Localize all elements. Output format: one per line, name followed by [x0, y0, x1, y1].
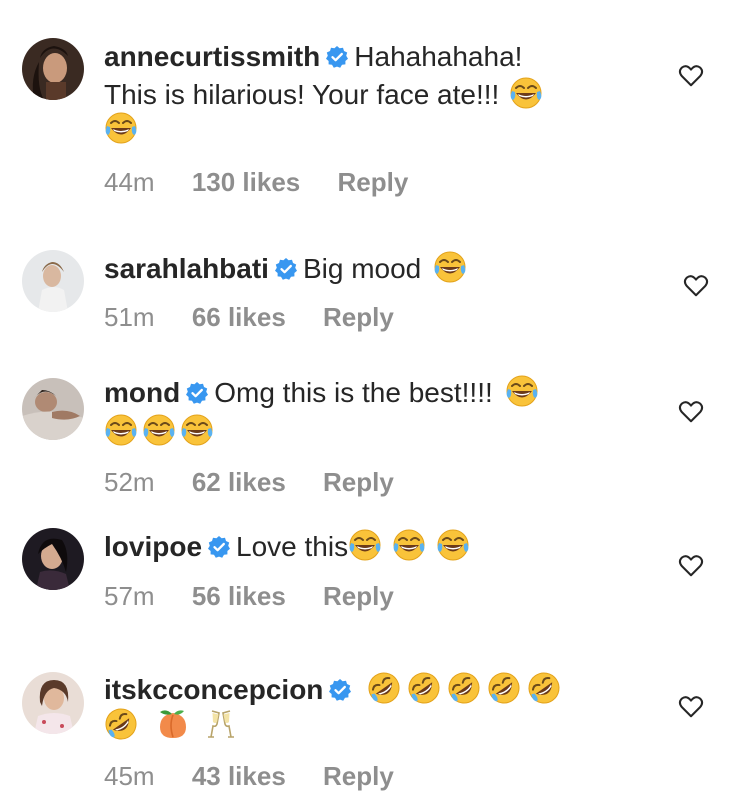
- heart-outline-icon[interactable]: [683, 274, 709, 298]
- rolling-on-floor-laughing-icon: [104, 707, 138, 741]
- comment-line: sarahlahbati Big mood: [104, 249, 467, 289]
- username[interactable]: mond: [104, 377, 180, 408]
- comment-meta: 44m 130 likes Reply: [104, 167, 408, 198]
- reply-button[interactable]: Reply: [323, 761, 394, 792]
- comment-meta: 57m 56 likes Reply: [104, 581, 394, 612]
- avatar[interactable]: [22, 672, 84, 734]
- face-with-tears-of-joy-icon: [433, 251, 467, 283]
- username[interactable]: annecurtissmith: [104, 41, 320, 72]
- comment-meta: 52m 62 likes Reply: [104, 467, 394, 498]
- face-with-tears-of-joy-icon: [392, 529, 426, 561]
- heart-outline-icon[interactable]: [678, 64, 704, 88]
- rolling-on-floor-laughing-icon: [407, 671, 442, 705]
- timestamp[interactable]: 44m: [104, 167, 155, 198]
- likes-count[interactable]: 62 likes: [192, 467, 286, 498]
- timestamp[interactable]: 45m: [104, 761, 155, 792]
- avatar[interactable]: [22, 38, 84, 100]
- verified-badge-icon: [329, 679, 352, 701]
- timestamp[interactable]: 51m: [104, 302, 155, 333]
- comment-meta: 45m 43 likes Reply: [104, 761, 394, 792]
- face-with-tears-of-joy-icon: [104, 112, 138, 144]
- comment-line: mond Omg this is the best!!!!: [104, 373, 539, 413]
- rolling-on-floor-laughing-icon: [487, 671, 522, 705]
- heart-outline-icon[interactable]: [678, 400, 704, 424]
- comment-meta: 51m 66 likes Reply: [104, 302, 394, 333]
- timestamp[interactable]: 52m: [104, 467, 155, 498]
- comment-line: itskcconcepcion: [104, 670, 562, 710]
- verified-badge-icon: [208, 536, 231, 558]
- reply-button[interactable]: Reply: [323, 302, 394, 333]
- comment-text: Big mood: [302, 253, 422, 284]
- likes-count[interactable]: 43 likes: [192, 761, 286, 792]
- face-with-tears-of-joy-icon: [436, 529, 470, 561]
- reply-button[interactable]: Reply: [323, 467, 394, 498]
- timestamp[interactable]: 57m: [104, 581, 155, 612]
- username[interactable]: lovipoe: [104, 531, 202, 562]
- username[interactable]: sarahlahbati: [104, 253, 269, 284]
- comment-line: annecurtissmith Hahahahaha!: [104, 37, 522, 77]
- reply-button[interactable]: Reply: [323, 581, 394, 612]
- verified-badge-icon: [326, 46, 349, 68]
- clinking-glasses-icon: [207, 710, 235, 738]
- username[interactable]: itskcconcepcion: [104, 674, 323, 705]
- rolling-on-floor-laughing-icon: [527, 671, 562, 705]
- face-with-tears-of-joy-icon: [348, 529, 382, 561]
- comment-text: Hahahahaha!: [354, 41, 523, 72]
- reply-button[interactable]: Reply: [337, 167, 408, 198]
- comment-text: This is hilarious! Your face ate!!!: [104, 79, 500, 110]
- comment-line: lovipoe Love this: [104, 527, 470, 567]
- avatar[interactable]: [22, 250, 84, 312]
- comment-text: Omg this is the best!!!!: [214, 377, 493, 408]
- face-with-tears-of-joy-icon: [180, 414, 214, 446]
- rolling-on-floor-laughing-icon: [447, 671, 482, 705]
- comment-line: [104, 412, 214, 452]
- rolling-on-floor-laughing-icon: [367, 671, 402, 705]
- likes-count[interactable]: 130 likes: [192, 167, 300, 198]
- comment-line: This is hilarious! Your face ate!!!: [104, 75, 543, 115]
- verified-badge-icon: [274, 258, 297, 280]
- avatar[interactable]: [22, 528, 84, 590]
- face-with-tears-of-joy-icon: [104, 414, 138, 446]
- likes-count[interactable]: 56 likes: [192, 581, 286, 612]
- avatar[interactable]: [22, 378, 84, 440]
- peach-icon: [159, 709, 187, 739]
- comment-line: [104, 110, 138, 150]
- verified-badge-icon: [186, 382, 209, 404]
- heart-outline-icon[interactable]: [678, 554, 704, 578]
- likes-count[interactable]: 66 likes: [192, 302, 286, 333]
- face-with-tears-of-joy-icon: [142, 414, 176, 446]
- face-with-tears-of-joy-icon: [510, 77, 543, 109]
- heart-outline-icon[interactable]: [678, 695, 704, 719]
- comment-line: [104, 706, 238, 746]
- comment-text: Love this: [236, 531, 349, 562]
- face-with-tears-of-joy-icon: [505, 375, 539, 407]
